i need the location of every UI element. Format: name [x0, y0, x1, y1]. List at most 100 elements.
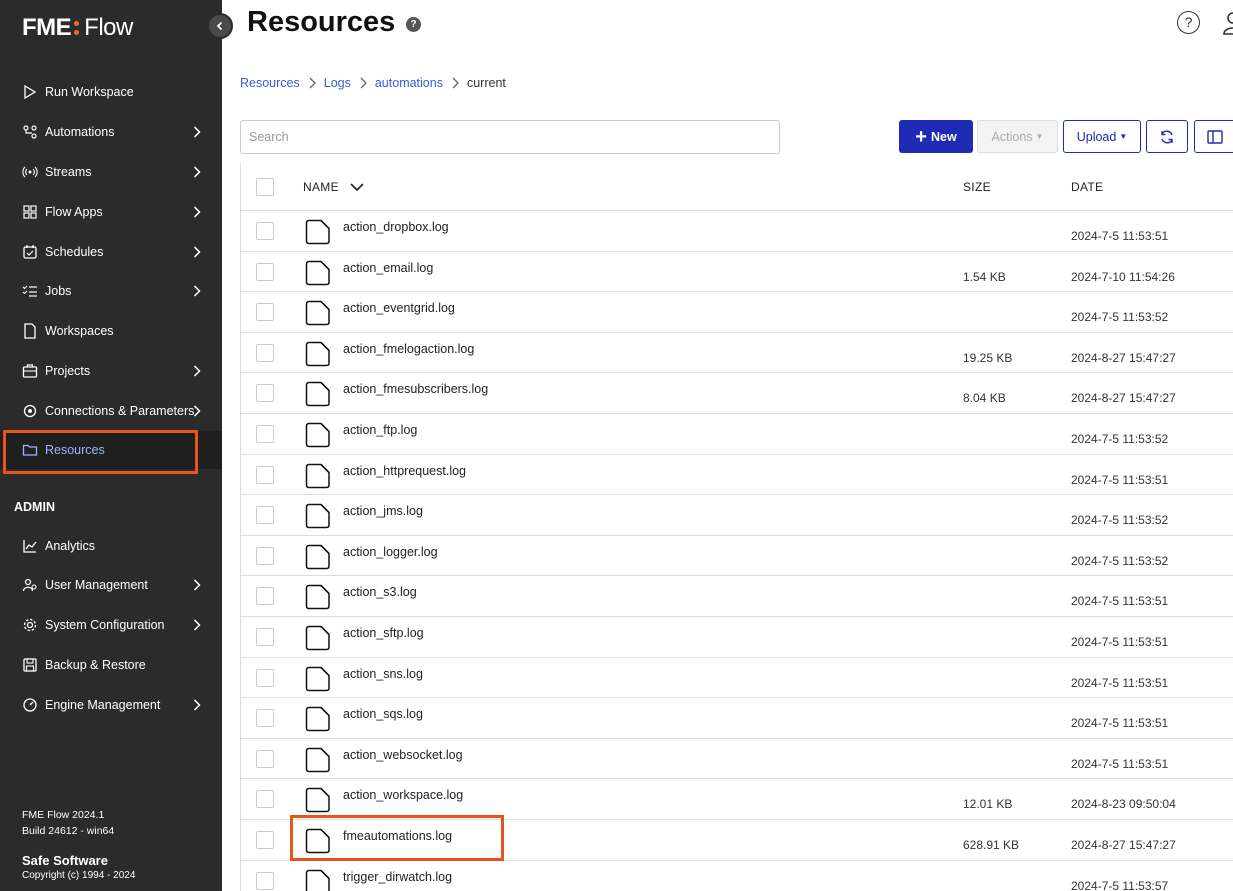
fme-flow-logo[interactable]: FME Flow [22, 14, 133, 42]
table-row[interactable]: action_s3.log 2024-7-5 11:53:51 [241, 576, 1233, 617]
file-name-link[interactable]: action_s3.log [343, 585, 417, 599]
file-name-link[interactable]: action_jms.log [343, 504, 423, 518]
logo-text-fme: FME [22, 14, 72, 41]
select-all-checkbox[interactable] [256, 178, 274, 196]
row-checkbox[interactable] [256, 424, 274, 443]
sidebar-item-jobs[interactable]: Jobs [0, 272, 222, 310]
chevron-right-icon [190, 245, 204, 259]
search-input[interactable] [240, 120, 780, 154]
file-date: 2024-7-5 11:53:52 [1071, 431, 1169, 446]
chevron-right-icon [190, 205, 204, 219]
breadcrumb-resources[interactable]: Resources [240, 76, 300, 90]
file-name-link[interactable]: action_httprequest.log [343, 464, 466, 478]
sidebar-item-backup-and-restore[interactable]: Backup & Restore [0, 646, 222, 684]
row-checkbox[interactable] [256, 303, 274, 322]
file-name-link[interactable]: action_workspace.log [343, 788, 463, 802]
sidebar-item-schedules[interactable]: Schedules [0, 233, 222, 271]
table-row[interactable]: action_httprequest.log 2024-7-5 11:53:51 [241, 455, 1233, 496]
file-name-link[interactable]: action_dropbox.log [343, 220, 449, 234]
row-checkbox[interactable] [256, 830, 274, 849]
file-name-link[interactable]: action_eventgrid.log [343, 301, 455, 315]
file-name-link[interactable]: action_websocket.log [343, 748, 463, 762]
actions-dropdown-button[interactable]: Actions ▼ [977, 120, 1058, 153]
sidebar-item-system-configuration[interactable]: System Configuration [0, 606, 222, 644]
table-row[interactable]: action_jms.log 2024-7-5 11:53:52 [241, 495, 1233, 536]
file-name-link[interactable]: action_email.log [343, 261, 433, 275]
chevron-right-icon [190, 125, 204, 139]
table-row[interactable]: action_sns.log 2024-7-5 11:53:51 [241, 658, 1233, 699]
row-checkbox[interactable] [256, 749, 274, 768]
table-row[interactable]: action_logger.log 2024-7-5 11:53:52 [241, 536, 1233, 577]
file-name-link[interactable]: action_sftp.log [343, 626, 424, 640]
logo-text-flow: Flow [84, 14, 133, 41]
row-checkbox[interactable] [256, 668, 274, 687]
table-row[interactable]: action_email.log 1.54 KB 2024-7-10 11:54:2… [241, 252, 1233, 293]
row-checkbox[interactable] [256, 790, 274, 809]
sidebar-item-label: Jobs [45, 284, 72, 298]
file-name-link[interactable]: action_sqs.log [343, 707, 423, 721]
sidebar-item-label: Analytics [45, 539, 96, 553]
collapse-sidebar-button[interactable] [207, 13, 233, 39]
row-checkbox[interactable] [256, 709, 274, 728]
sidebar-item-run-workspace[interactable]: Run Workspace [0, 73, 222, 111]
row-checkbox[interactable] [256, 627, 274, 646]
row-checkbox[interactable] [256, 343, 274, 362]
file-date: 2024-8-23 09:50:04 [1071, 797, 1176, 812]
table-row[interactable]: trigger_dirwatch.log 2024-7-5 11:53:57 [241, 861, 1233, 891]
breadcrumb-logs[interactable]: Logs [324, 76, 351, 90]
row-checkbox[interactable] [256, 222, 274, 240]
table-row[interactable]: action_sqs.log 2024-7-5 11:53:51 [241, 698, 1233, 739]
file-size: 8.04 KB [963, 391, 1006, 406]
sidebar-item-streams[interactable]: Streams [0, 153, 222, 191]
table-row[interactable]: action_ftp.log 2024-7-5 11:53:52 [241, 414, 1233, 455]
column-header-date[interactable]: DATE [1071, 180, 1103, 194]
row-checkbox[interactable] [256, 465, 274, 484]
file-icon [303, 868, 331, 891]
column-header-size[interactable]: SIZE [963, 180, 991, 194]
sidebar-item-user-management[interactable]: User Management [0, 566, 222, 604]
file-size: 12.01 KB [963, 797, 1013, 812]
file-date: 2024-8-27 15:47:27 [1071, 837, 1176, 852]
user-profile-icon[interactable] [1222, 10, 1233, 36]
table-row[interactable]: action_dropbox.log 2024-7-5 11:53:51 [241, 211, 1233, 252]
sidebar-item-projects[interactable]: Projects [0, 352, 222, 390]
table-row[interactable]: action_workspace.log 12.01 KB 2024-8-23 09… [241, 779, 1233, 820]
column-header-name[interactable]: NAME [303, 180, 365, 194]
file-name-link[interactable]: action_sns.log [343, 667, 423, 681]
help-circle-icon[interactable]: ? [1177, 11, 1200, 34]
sidebar-item-connections-and-parameters[interactable]: Connections & Parameters [0, 392, 222, 430]
table-row[interactable]: action_sftp.log 2024-7-5 11:53:51 [241, 617, 1233, 658]
file-icon [303, 705, 331, 733]
refresh-button[interactable] [1146, 120, 1188, 153]
table-row[interactable]: action_websocket.log 2024-7-5 11:53:51 [241, 739, 1233, 780]
sidebar-item-workspaces[interactable]: Workspaces [0, 312, 222, 350]
sidebar-item-flow-apps[interactable]: Flow Apps [0, 193, 222, 231]
row-checkbox[interactable] [256, 262, 274, 281]
sidebar-item-analytics[interactable]: Analytics [0, 527, 222, 565]
upload-dropdown-button[interactable]: Upload ▼ [1063, 120, 1141, 153]
file-name-link[interactable]: action_ftp.log [343, 423, 417, 437]
table-row[interactable]: action_fmesubscribers.log 8.04 KB 2024-8-2… [241, 373, 1233, 414]
file-name-link[interactable]: action_logger.log [343, 545, 438, 559]
columns-button[interactable] [1194, 120, 1233, 153]
row-checkbox[interactable] [256, 384, 274, 403]
breadcrumb-current: current [466, 76, 506, 90]
sidebar-item-automations[interactable]: Automations [0, 113, 222, 151]
file-name-link[interactable]: action_fmelogaction.log [343, 342, 474, 356]
row-checkbox[interactable] [256, 871, 274, 890]
chevron-right-icon [190, 578, 204, 592]
breadcrumb-automations[interactable]: automations [375, 76, 443, 90]
file-name-link[interactable]: action_fmesubscribers.log [343, 382, 488, 396]
row-checkbox[interactable] [256, 506, 274, 525]
sidebar-item-engine-management[interactable]: Engine Management [0, 686, 222, 724]
table-row[interactable]: action_eventgrid.log 2024-7-5 11:53:52 [241, 292, 1233, 333]
new-button[interactable]: + New [899, 120, 973, 153]
table-row[interactable]: action_fmelogaction.log 19.25 KB 2024-8-27… [241, 333, 1233, 374]
new-button-label: New [930, 129, 957, 144]
sort-chevron-down-icon[interactable] [349, 182, 365, 192]
title-help-icon[interactable]: ? [406, 17, 421, 32]
row-checkbox[interactable] [256, 587, 274, 606]
row-checkbox[interactable] [256, 546, 274, 565]
columns-icon [1207, 129, 1223, 144]
file-name-link[interactable]: trigger_dirwatch.log [343, 870, 452, 884]
